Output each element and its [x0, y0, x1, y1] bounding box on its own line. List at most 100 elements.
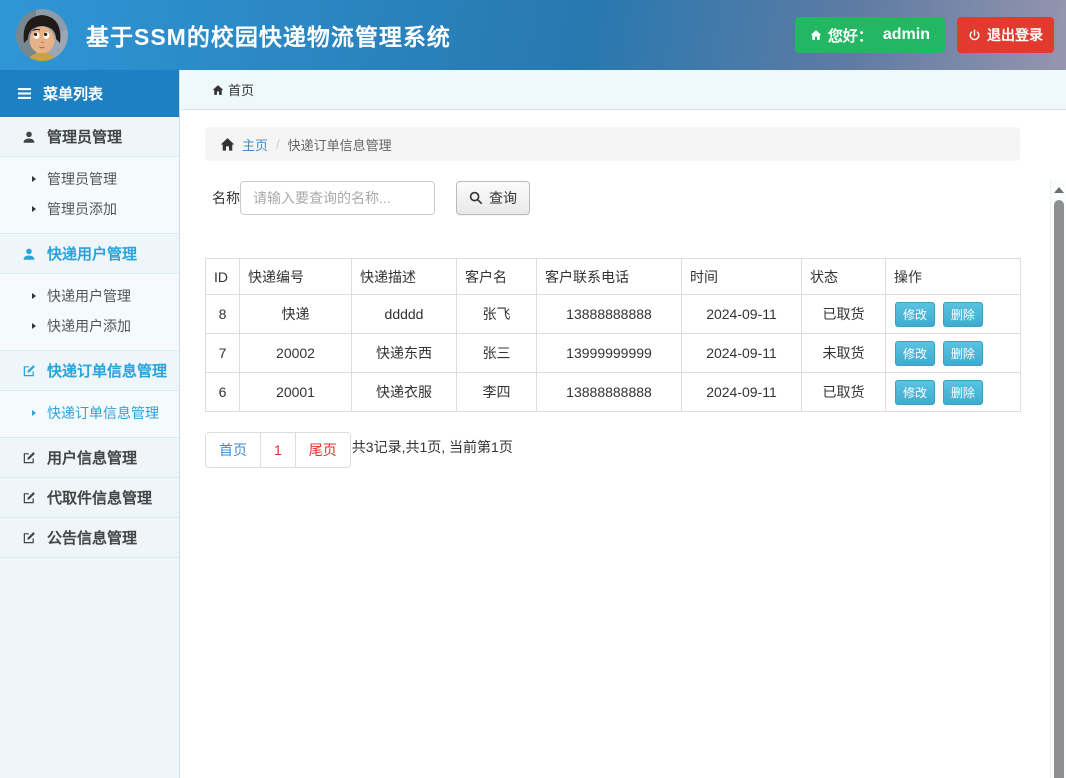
app-window: 基于SSM的校园快递物流管理系统 您好： admin 退出登录 菜单列表	[0, 0, 1066, 778]
greeting-label: 您好：	[828, 25, 873, 46]
cell-customer: 张三	[457, 334, 537, 373]
sidebar-menu-header: 菜单列表	[0, 70, 179, 117]
cell-id: 6	[206, 373, 240, 412]
breadcrumb: 主页 / 快递订单信息管理	[205, 127, 1020, 161]
sidebar-item-order-mgmt[interactable]: 快递订单信息管理	[0, 351, 179, 391]
breadcrumb-home-link[interactable]: 主页	[242, 135, 268, 154]
cell-desc: 快递东西	[352, 334, 457, 373]
search-label: 名称	[212, 188, 240, 208]
col-header-status: 状态	[802, 259, 886, 295]
user-icon	[22, 130, 36, 144]
sidebar-subgroup-admin: 管理员管理 管理员添加	[0, 157, 179, 234]
sidebar-item-admin-add[interactable]: 管理员添加	[0, 194, 179, 224]
edit-icon	[22, 491, 36, 505]
edit-icon	[22, 364, 36, 378]
sidebar-item-label: 用户信息管理	[47, 447, 137, 468]
sidebar-item-label: 代取件信息管理	[47, 487, 152, 508]
content-topbar: 首页	[181, 70, 1066, 110]
breadcrumb-separator: /	[276, 137, 280, 152]
cell-id: 7	[206, 334, 240, 373]
sidebar-item-order-list[interactable]: 快递订单信息管理	[0, 398, 179, 428]
sidebar-item-notice-mgmt[interactable]: 公告信息管理	[0, 518, 179, 558]
sidebar-subgroup-courier-user: 快递用户管理 快递用户添加	[0, 274, 179, 351]
sidebar-item-courier-user-list[interactable]: 快递用户管理	[0, 281, 179, 311]
sidebar-item-admin-mgmt[interactable]: 管理员管理	[0, 117, 179, 157]
scroll-up-icon[interactable]	[1051, 182, 1066, 198]
cell-status: 已取货	[802, 295, 886, 334]
cell-date: 2024-09-11	[682, 334, 802, 373]
sidebar-item-admin-list[interactable]: 管理员管理	[0, 164, 179, 194]
sidebar-item-pickup-info-mgmt[interactable]: 代取件信息管理	[0, 478, 179, 518]
cell-date: 2024-09-11	[682, 295, 802, 334]
cell-customer: 张飞	[457, 295, 537, 334]
power-icon	[968, 29, 981, 42]
cell-code: 20001	[240, 373, 352, 412]
username: admin	[883, 26, 930, 44]
edit-icon	[22, 531, 36, 545]
search-form: 名称 查询	[205, 181, 1020, 215]
pagination-first-button[interactable]: 首页	[205, 432, 261, 468]
scrollbar-thumb[interactable]	[1054, 200, 1064, 778]
col-header-actions: 操作	[886, 259, 1021, 295]
table-header-row: ID 快递编号 快递描述 客户名 客户联系电话 时间 状态 操作	[206, 259, 1021, 295]
col-header-id: ID	[206, 259, 240, 295]
sidebar-item-user-info-mgmt[interactable]: 用户信息管理	[0, 438, 179, 478]
delete-button[interactable]: 删除	[943, 380, 983, 405]
cell-phone: 13888888888	[537, 373, 682, 412]
sidebar-item-label: 快递订单信息管理	[47, 360, 167, 381]
sidebar-item-label: 快递订单信息管理	[47, 403, 159, 423]
edit-icon	[22, 451, 36, 465]
caret-right-icon	[30, 292, 38, 300]
caret-right-icon	[30, 322, 38, 330]
sidebar-item-label: 快递用户添加	[47, 316, 131, 336]
search-input[interactable]	[240, 181, 435, 215]
edit-button[interactable]: 修改	[895, 302, 935, 327]
vertical-scrollbar[interactable]	[1050, 180, 1066, 778]
menu-bars-icon	[17, 86, 32, 101]
cell-desc: 快递衣服	[352, 373, 457, 412]
main-panel: 主页 / 快递订单信息管理 名称 查询	[181, 110, 1066, 778]
cell-date: 2024-09-11	[682, 373, 802, 412]
sidebar-item-courier-user-add[interactable]: 快递用户添加	[0, 311, 179, 341]
delete-button[interactable]: 删除	[943, 341, 983, 366]
sidebar-item-label: 管理员管理	[47, 169, 117, 189]
avatar	[16, 9, 68, 61]
edit-button[interactable]: 修改	[895, 380, 935, 405]
home-icon	[810, 29, 822, 41]
cell-code: 20002	[240, 334, 352, 373]
cell-status: 已取货	[802, 373, 886, 412]
breadcrumb-current: 快递订单信息管理	[288, 135, 392, 154]
cell-desc: ddddd	[352, 295, 457, 334]
caret-right-icon	[30, 175, 38, 183]
cell-actions: 修改 删除	[886, 295, 1021, 334]
sidebar-subgroup-order: 快递订单信息管理	[0, 391, 179, 438]
page-title: 基于SSM的校园快递物流管理系统	[86, 18, 795, 52]
pagination-summary: 共3记录,共1页, 当前第1页	[352, 437, 513, 457]
pagination-current-page[interactable]: 1	[260, 432, 296, 468]
sidebar-item-label: 公告信息管理	[47, 527, 137, 548]
search-button[interactable]: 查询	[456, 181, 530, 215]
sidebar-item-label: 快递用户管理	[47, 286, 131, 306]
sidebar-menu-title: 菜单列表	[43, 83, 103, 104]
delete-button[interactable]: 删除	[943, 302, 983, 327]
home-icon	[212, 84, 224, 96]
cell-code: 快递	[240, 295, 352, 334]
table-row: 8 快递 ddddd 张飞 13888888888 2024-09-11 已取货…	[206, 295, 1021, 334]
table-row: 7 20002 快递东西 张三 13999999999 2024-09-11 未…	[206, 334, 1021, 373]
pagination-last-button[interactable]: 尾页	[295, 432, 351, 468]
content-area: 首页 主页 / 快递订单信息管理 名称 查询	[181, 70, 1066, 778]
cell-status: 未取货	[802, 334, 886, 373]
home-icon	[220, 137, 235, 152]
col-header-customer: 客户名	[457, 259, 537, 295]
app-header: 基于SSM的校园快递物流管理系统 您好： admin 退出登录	[0, 0, 1066, 70]
logout-button[interactable]: 退出登录	[957, 17, 1054, 53]
sidebar-item-courier-user-mgmt[interactable]: 快递用户管理	[0, 234, 179, 274]
orders-table: ID 快递编号 快递描述 客户名 客户联系电话 时间 状态 操作 8 快递 dd	[205, 258, 1021, 412]
sidebar-item-label: 快递用户管理	[47, 243, 137, 264]
cell-actions: 修改 删除	[886, 373, 1021, 412]
greeting-button[interactable]: 您好： admin	[795, 17, 945, 53]
caret-right-icon	[30, 409, 38, 417]
edit-button[interactable]: 修改	[895, 341, 935, 366]
topbar-home-label[interactable]: 首页	[228, 80, 254, 99]
user-icon	[22, 247, 36, 261]
